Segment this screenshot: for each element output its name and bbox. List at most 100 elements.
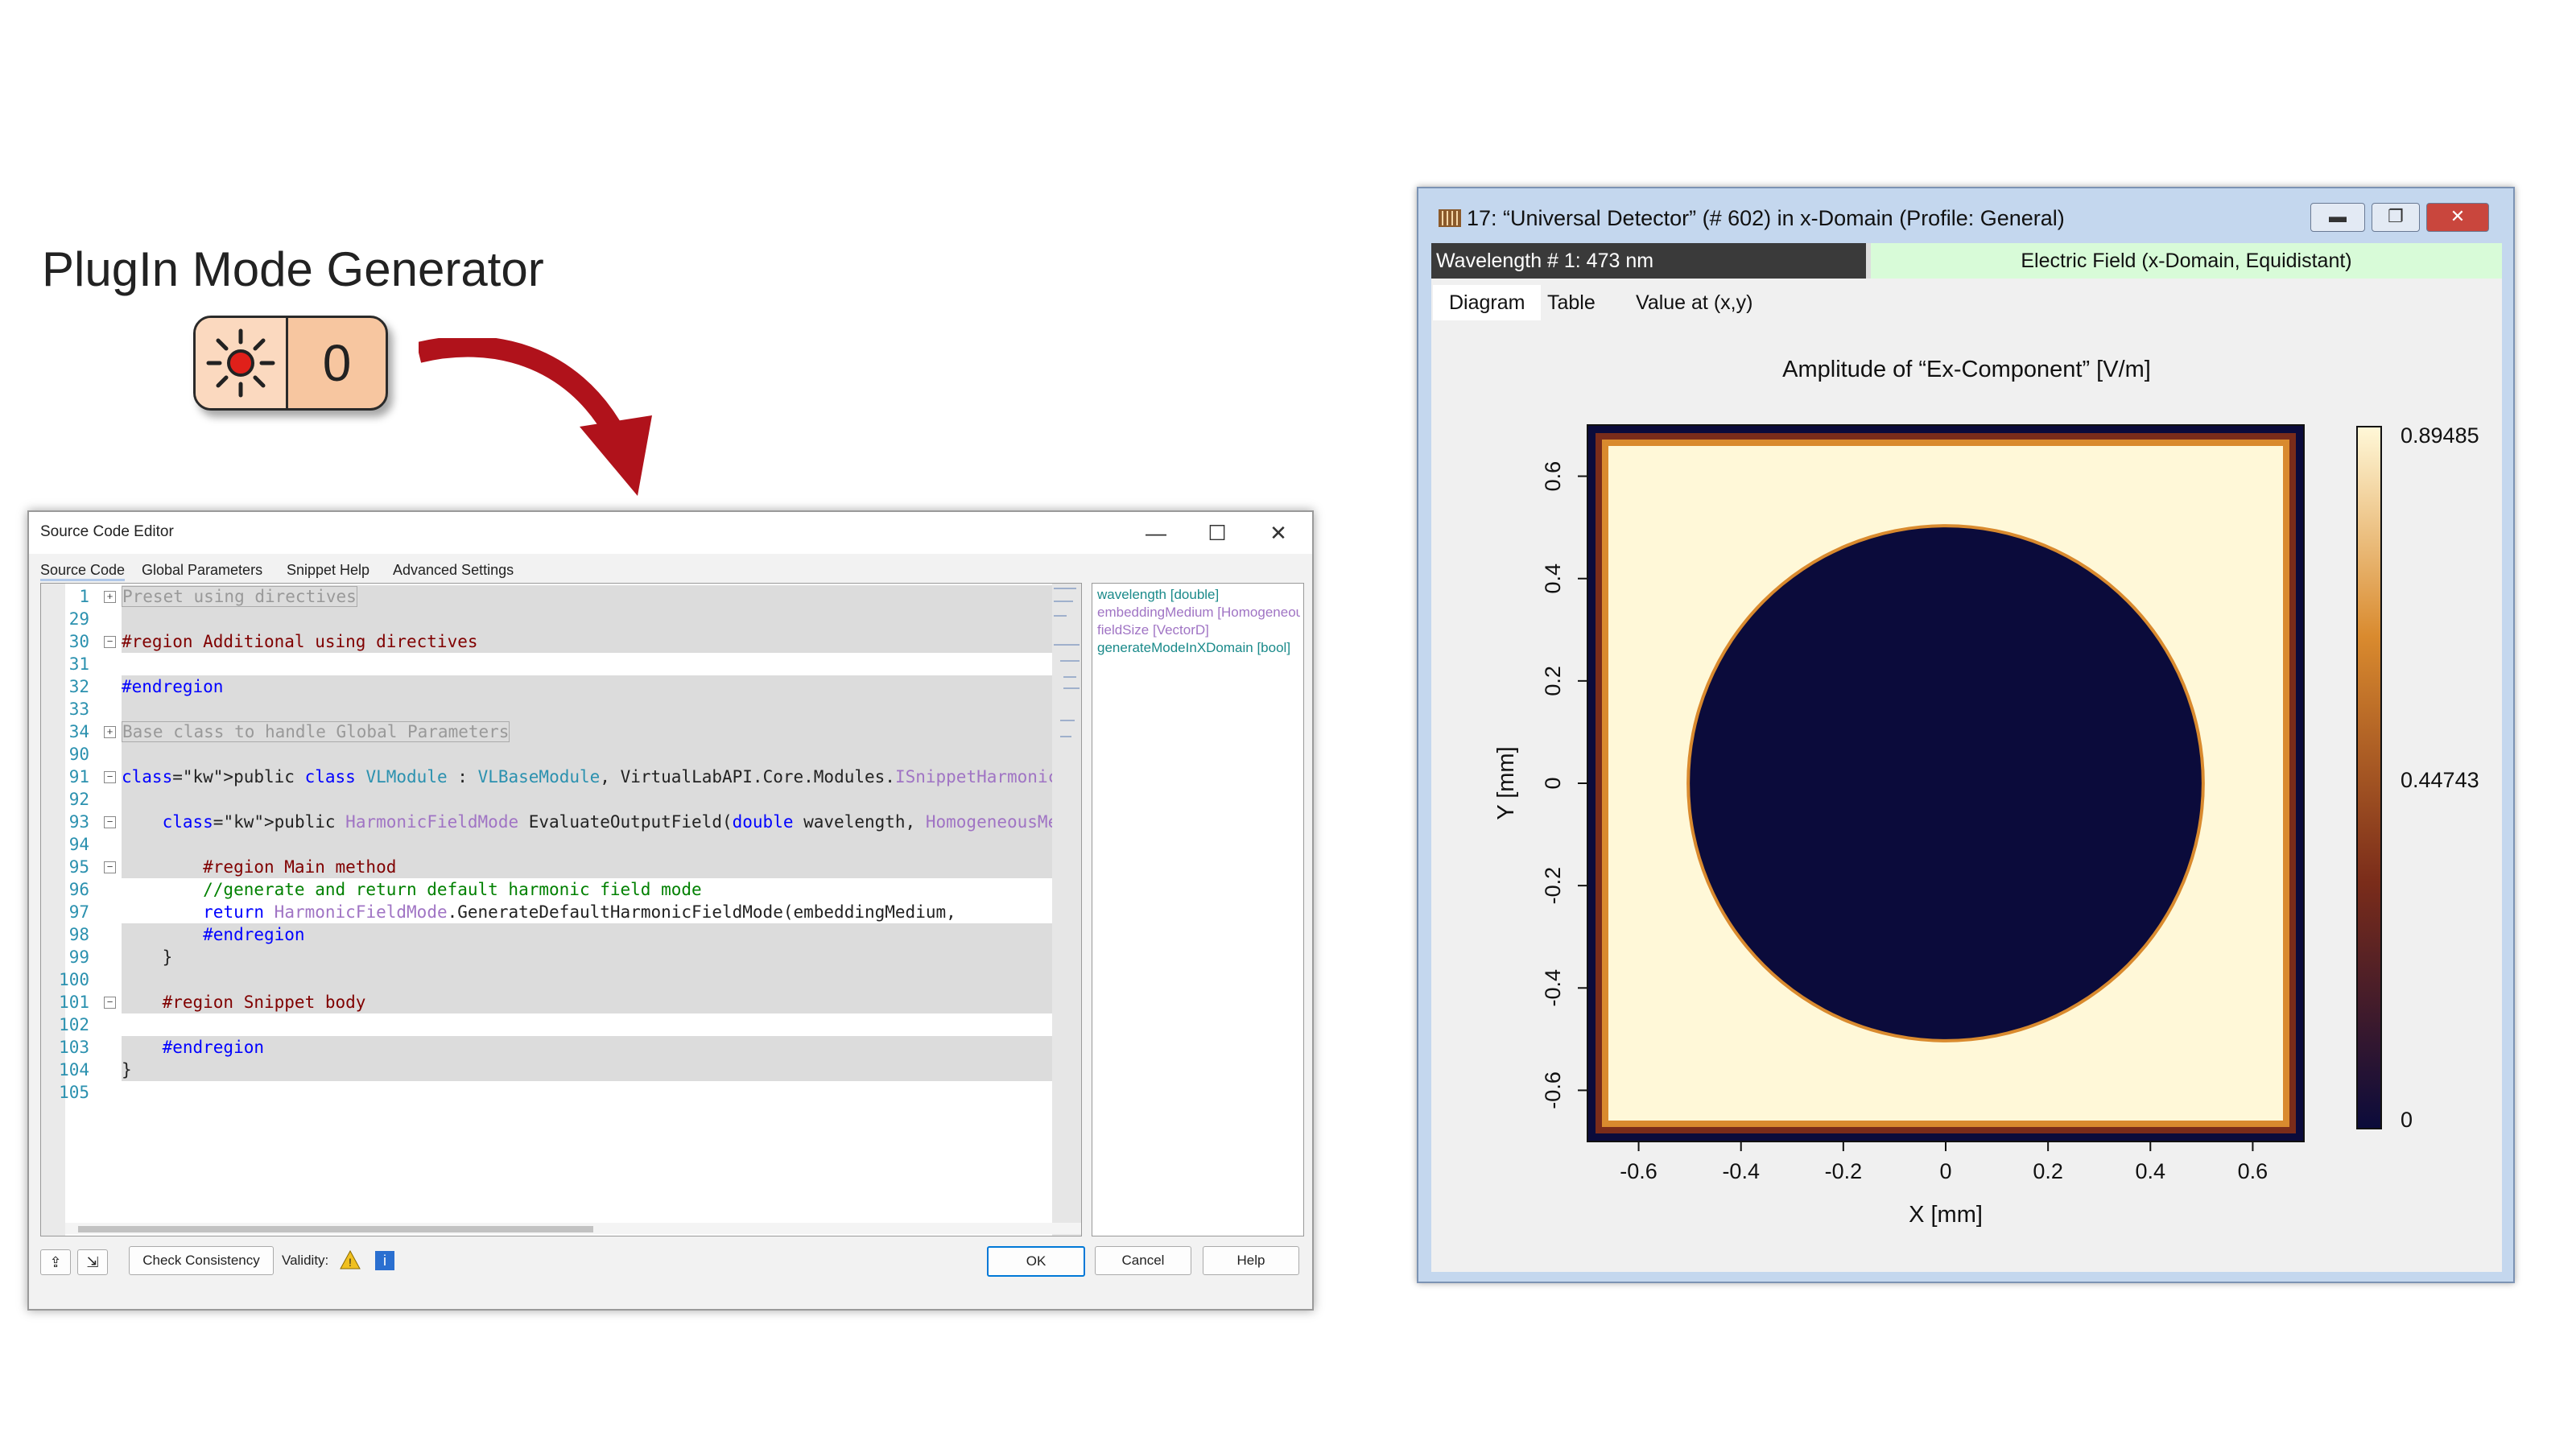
collapse-region-icon[interactable]: −	[104, 771, 116, 783]
detector-content: Wavelength # 1: 473 nm Electric Field (x…	[1431, 243, 2502, 1272]
line-number: 34	[68, 722, 89, 741]
check-consistency-button[interactable]: Check Consistency	[129, 1246, 274, 1275]
collapse-region-icon[interactable]: −	[104, 816, 116, 828]
tab-source-code[interactable]: Source Code	[40, 562, 126, 581]
member-list-panel: wavelength [double] embeddingMedium [Hom…	[1092, 583, 1304, 1236]
tab-table[interactable]: Table	[1547, 285, 1596, 320]
line-number: 100	[59, 970, 89, 989]
code-text: }	[122, 947, 173, 967]
expand-region-icon[interactable]: +	[104, 591, 116, 603]
collapse-region-icon[interactable]: −	[104, 997, 116, 1009]
code-line[interactable]	[122, 743, 1081, 766]
tab-advanced-settings[interactable]: Advanced Settings	[393, 562, 514, 579]
restore-button[interactable]: ❐	[2372, 203, 2420, 232]
help-button[interactable]: Help	[1203, 1246, 1299, 1275]
code-line[interactable]: }	[122, 946, 1081, 968]
code-line[interactable]	[122, 608, 1081, 630]
scrollbar-thumb[interactable]	[78, 1226, 593, 1232]
code-line[interactable]: class="kw">public class VLModule : VLBas…	[122, 766, 1081, 788]
expand-region-icon[interactable]: +	[104, 726, 116, 738]
cancel-button[interactable]: Cancel	[1095, 1246, 1191, 1275]
line-number: 30	[68, 632, 89, 651]
code-text: }	[122, 1060, 132, 1080]
code-line[interactable]: class="kw">public HarmonicFieldMode Eval…	[122, 811, 1081, 833]
tab-value-at-xy[interactable]: Value at (x,y)	[1636, 285, 1752, 320]
minimize-button[interactable]: ▬	[2310, 203, 2365, 232]
info-icon[interactable]: i	[375, 1251, 394, 1270]
code-line[interactable]	[122, 833, 1081, 856]
code-line[interactable]	[122, 698, 1081, 720]
import-icon[interactable]: ⇪	[40, 1249, 71, 1275]
line-number: 99	[68, 947, 89, 967]
code-line[interactable]: #region Main method	[122, 856, 1081, 878]
code-text: //generate and return default harmonic f…	[122, 880, 702, 899]
close-button[interactable]: ✕	[1254, 517, 1302, 549]
line-number: 101	[59, 993, 89, 1012]
export-icon[interactable]: ⇲	[77, 1249, 108, 1275]
maximize-button[interactable]: ☐	[1193, 517, 1241, 549]
plugin-mode-generator-badge[interactable]: 0	[193, 316, 388, 411]
editor-titlebar: Source Code Editor — ☐ ✕	[29, 512, 1312, 554]
code-line[interactable]: return HarmonicFieldMode.GenerateDefault…	[122, 901, 1081, 923]
code-line[interactable]	[122, 1013, 1081, 1036]
line-number: 32	[68, 677, 89, 696]
y-tick-label: -0.6	[1541, 1071, 1565, 1109]
colorbar	[2356, 426, 2382, 1129]
member-item[interactable]: wavelength [double]	[1097, 587, 1300, 603]
line-number: 29	[68, 609, 89, 629]
horizontal-scrollbar[interactable]	[65, 1223, 1081, 1234]
code-line[interactable]: #endregion	[122, 1036, 1081, 1059]
line-number: 104	[59, 1060, 89, 1080]
validity-label: Validity:	[282, 1253, 329, 1268]
tab-diagram[interactable]: Diagram	[1433, 285, 1542, 320]
line-number: 95	[68, 857, 89, 877]
code-line[interactable]	[122, 968, 1081, 991]
tab-snippet-help[interactable]: Snippet Help	[287, 562, 369, 579]
amplitude-heatmap-chart[interactable]: Amplitude of “Ex-Component” [V/m] -0.6 -0…	[1431, 320, 2502, 1272]
collapse-region-icon[interactable]: −	[104, 861, 116, 873]
x-tick-label: 0.2	[2033, 1159, 2063, 1183]
tab-global-parameters[interactable]: Global Parameters	[142, 562, 262, 579]
member-item[interactable]: fieldSize [VectorD]	[1097, 622, 1300, 638]
code-text: Preset using directives	[122, 586, 357, 607]
code-line[interactable]: #endregion	[122, 923, 1081, 946]
code-line[interactable]: #endregion	[122, 675, 1081, 698]
collapse-region-icon[interactable]: −	[104, 636, 116, 648]
line-number: 105	[59, 1083, 89, 1102]
y-tick-label: 0.2	[1541, 666, 1565, 696]
code-line[interactable]: Base class to handle Global Parameters	[122, 720, 1081, 743]
line-number: 94	[68, 835, 89, 854]
line-number: 103	[59, 1038, 89, 1057]
ok-button[interactable]: OK	[987, 1246, 1085, 1277]
code-line[interactable]: #region Snippet body	[122, 991, 1081, 1013]
code-line[interactable]: Preset using directives	[122, 585, 1081, 608]
code-editor[interactable]: 1 + Preset using directives 29 30− #region Ad…	[40, 583, 1082, 1236]
code-line[interactable]	[122, 1081, 1081, 1104]
x-tick-label: -0.2	[1825, 1159, 1863, 1183]
x-tick-label: -0.6	[1620, 1159, 1657, 1183]
close-button[interactable]: ✕	[2426, 203, 2489, 232]
code-minimap[interactable]	[1052, 584, 1081, 1236]
red-arrow-icon	[419, 338, 652, 496]
wavelength-selector[interactable]: Wavelength # 1: 473 nm	[1431, 243, 1866, 279]
line-number: 90	[68, 745, 89, 764]
line-number: 31	[68, 654, 89, 674]
code-line[interactable]: //generate and return default harmonic f…	[122, 878, 1081, 901]
code-line[interactable]: }	[122, 1059, 1081, 1081]
minimize-button[interactable]: —	[1132, 517, 1180, 549]
code-text: #region Main method	[122, 857, 397, 877]
editor-tabs: Source Code Global Parameters Snippet He…	[29, 554, 1312, 581]
member-item[interactable]: generateModeInXDomain [bool]	[1097, 640, 1300, 656]
universal-detector-window: 17: “Universal Detector” (# 602) in x-Do…	[1417, 187, 2515, 1283]
code-line[interactable]: #region Additional using directives	[122, 630, 1081, 653]
member-item[interactable]: embeddingMedium [HomogeneousMedium]	[1097, 605, 1300, 621]
x-tick-label: 0.6	[2238, 1159, 2268, 1183]
line-number: 91	[68, 767, 89, 786]
code-line[interactable]	[122, 788, 1081, 811]
x-tick-label: 0.4	[2136, 1159, 2166, 1183]
detector-title: 17: “Universal Detector” (# 602) in x-Do…	[1467, 206, 2065, 230]
code-line[interactable]	[122, 653, 1081, 675]
diagram-panel: Amplitude of “Ex-Component” [V/m] -0.6 -0…	[1431, 320, 2502, 1272]
colorbar-tick-label: 0.44743	[2401, 768, 2479, 792]
code-text: #endregion	[122, 1038, 265, 1057]
